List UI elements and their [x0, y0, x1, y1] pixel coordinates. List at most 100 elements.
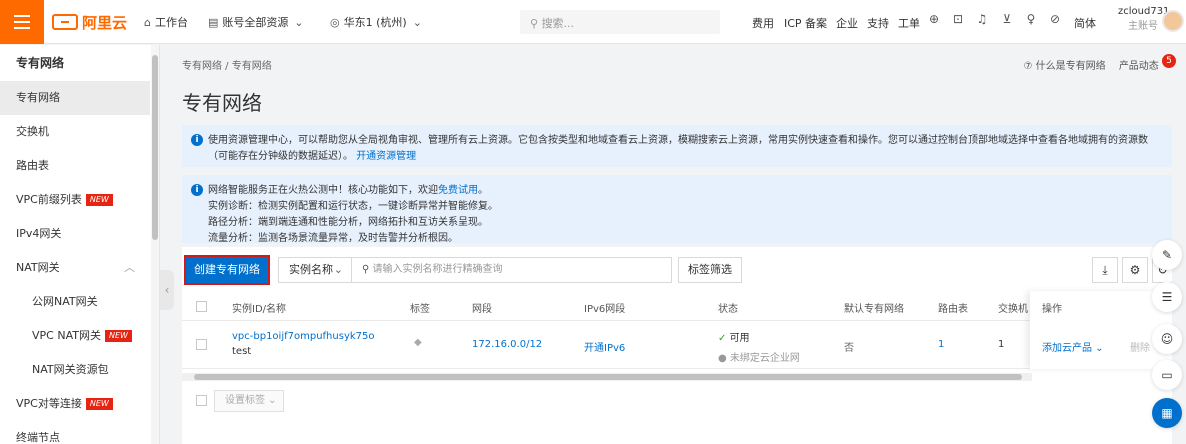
col-cidr[interactable]: 网段 [472, 300, 492, 315]
sidebar-item-prefix-list[interactable]: VPC前缀列表 NEW [0, 183, 150, 217]
col-default-vpc[interactable]: 默认专有网络 [844, 300, 904, 315]
global-search-placeholder: 搜索... [541, 17, 575, 30]
avatar[interactable] [1162, 10, 1184, 32]
delete-link[interactable]: 删除 [1130, 339, 1150, 354]
info-icon: i [191, 134, 203, 146]
col-tags[interactable]: 标签 [410, 300, 430, 315]
menu-icon[interactable] [0, 0, 44, 44]
question-icon: ⑦ [1023, 61, 1036, 72]
tag-filter-button[interactable]: 标签筛选 [678, 257, 742, 283]
download-icon[interactable]: ⤓ [1092, 257, 1118, 283]
enable-ipv6-link[interactable]: 开通IPv6 [584, 339, 625, 354]
filter-field-label: 实例名称 [289, 263, 333, 276]
sidebar-item-label: IPv4网关 [16, 227, 62, 240]
notice2-line2: 实例诊断：检测实例配置和运行状态，一键诊断异常并智能修复。 [208, 201, 498, 212]
chat-icon[interactable]: ▭ [1152, 360, 1182, 390]
sidebar-item-label: NAT网关资源包 [32, 363, 109, 376]
sidebar-collapse-handle[interactable]: ‹ [160, 270, 174, 310]
chevron-up-icon: ︿ [124, 261, 135, 274]
workbench-link[interactable]: ⌂ 工作台 [144, 14, 188, 30]
col-operations: 操作 [1042, 304, 1062, 315]
vpc-id-link[interactable]: vpc-bp1oijf7ompufhusyk75o [232, 331, 375, 342]
sidebar-item-endpoint[interactable]: 终端节点 [0, 421, 150, 444]
help-icon[interactable]: ⊘ [1047, 12, 1063, 30]
lightbulb-icon[interactable]: ♀ [1023, 12, 1039, 30]
sidebar-item-nat-package[interactable]: NAT网关资源包 [0, 353, 150, 387]
route-table-count-link[interactable]: 1 [938, 339, 944, 350]
user-info[interactable]: zcloud731 主账号 [1118, 6, 1169, 32]
status-available: ✓ 可用 [718, 329, 750, 344]
set-tags-button[interactable]: 设置标签 ⌄ [214, 390, 284, 412]
batch-select-checkbox[interactable] [196, 395, 207, 406]
col-status[interactable]: 状态 [718, 300, 738, 315]
user-role: 主账号 [1128, 21, 1158, 32]
aliyun-logo[interactable]: 阿里云 [52, 11, 127, 33]
instance-search-input[interactable]: ⚲ 请输入实例名称进行精确查询 [352, 257, 672, 283]
product-news-link[interactable]: 产品动态 [1119, 61, 1159, 72]
enable-resource-management-link[interactable]: 开通资源管理 [356, 151, 416, 162]
notice2-line1: 网络智能服务正在火热公测中！核心功能如下，欢迎免费试用。 [208, 183, 1162, 199]
sidebar-item-vpc-nat[interactable]: VPC NAT网关 NEW [0, 319, 150, 353]
news-count-badge: 5 [1162, 54, 1176, 68]
col-vswitch[interactable]: 交换机 [998, 300, 1030, 315]
sidebar-item-label: 专有网络 [16, 91, 60, 104]
col-route-table[interactable]: 路由表 [938, 300, 968, 315]
list-icon: ▤ [208, 15, 219, 29]
edit-feedback-icon[interactable]: ✎ [1152, 240, 1182, 270]
select-all-checkbox[interactable] [196, 301, 207, 312]
vpc-cidr-link[interactable]: 172.16.0.0/12 [472, 339, 542, 350]
add-cloud-product-dropdown[interactable]: 添加云产品 ⌄ [1042, 339, 1104, 354]
sidebar-item-vpc-peering[interactable]: VPC对等连接 NEW [0, 387, 150, 421]
cart-icon[interactable]: ⊻ [999, 12, 1015, 30]
assistant-icon[interactable]: ☺ [1152, 324, 1182, 354]
region-dropdown[interactable]: ◎ 华东1 (杭州) ⌄ [330, 14, 426, 30]
search-icon: ⚲ [362, 264, 373, 275]
language-switch[interactable]: 简体 [1074, 15, 1096, 31]
vpc-list-panel: 创建专有网络 实例名称 ⌄ ⚲ 请输入实例名称进行精确查询 标签筛选 ⤓ ⚙ ↻… [182, 247, 1172, 444]
row-checkbox[interactable] [196, 339, 207, 350]
sidebar-item-label: 交换机 [16, 125, 49, 138]
sidebar-item-ipv4-gateway[interactable]: IPv4网关 [0, 217, 150, 251]
operation-column: 操作 添加云产品 ⌄ 删除 [1030, 291, 1172, 369]
sidebar-item-vswitch[interactable]: 交换机 [0, 115, 150, 149]
scrollbar-thumb[interactable] [152, 55, 158, 240]
create-vpc-button[interactable]: 创建专有网络 [184, 255, 270, 285]
table-horizontal-scrollbar[interactable] [182, 373, 1032, 381]
apps-icon[interactable]: ▦ [1152, 398, 1182, 428]
chevron-down-icon: ⌄ [294, 15, 304, 29]
home-icon: ⌂ [144, 15, 151, 29]
help-links: ⑦ 什么是专有网络 产品动态 5 [1023, 54, 1176, 74]
sidebar-scrollbar[interactable] [151, 45, 159, 444]
page-title: 专有网络 [182, 91, 262, 115]
location-icon: ◎ [330, 15, 340, 29]
settings-icon[interactable]: ⚙ [1122, 257, 1148, 283]
terminal-icon[interactable]: ⊡ [950, 12, 966, 30]
nav-billing[interactable]: 费用 [752, 15, 774, 31]
notice1-text: 使用资源管理中心，可以帮助您从全局视角审视、管理所有云上资源。它包含按类型和地域… [208, 135, 1148, 162]
filter-field-select[interactable]: 实例名称 ⌄ [278, 257, 352, 283]
scrollbar-thumb[interactable] [194, 374, 1022, 380]
vswitch-count[interactable]: 1 [998, 339, 1004, 350]
nav-support[interactable]: 支持 [867, 15, 889, 31]
account-scope-dropdown[interactable]: ▤ 账号全部资源 ⌄ [208, 14, 308, 30]
global-search-input[interactable]: ⚲ 搜索... [520, 10, 720, 34]
what-is-vpc-link[interactable]: 什么是专有网络 [1036, 61, 1106, 72]
info-icon: i [191, 184, 203, 196]
notes-icon[interactable]: ☰ [1152, 282, 1182, 312]
chevron-down-icon: ⌄ [1092, 343, 1104, 354]
sidebar-item-public-nat[interactable]: 公网NAT网关 [0, 285, 150, 319]
vpc-name: test [232, 346, 252, 357]
col-ipv6[interactable]: IPv6网段 [584, 300, 625, 315]
nav-ticket[interactable]: 工单 [898, 15, 920, 31]
free-trial-link[interactable]: 免费试用 [438, 185, 478, 196]
tag-icon[interactable]: ◆ [414, 337, 422, 348]
sidebar-item-nat-gateway[interactable]: NAT网关 ︿ [0, 251, 150, 285]
nav-icp[interactable]: ICP 备案 [784, 15, 827, 31]
col-instance-id[interactable]: 实例ID/名称 [232, 300, 286, 315]
sidebar-item-vpc[interactable]: 专有网络 [0, 81, 150, 115]
bell-icon[interactable]: ♫ [974, 12, 990, 30]
nav-enterprise[interactable]: 企业 [836, 15, 858, 31]
cloud-shell-icon[interactable]: ⊕ [926, 12, 942, 30]
sidebar-item-route-table[interactable]: 路由表 [0, 149, 150, 183]
table-row: vpc-bp1oijf7ompufhusyk75o test ◆ 172.16.… [182, 321, 1172, 369]
